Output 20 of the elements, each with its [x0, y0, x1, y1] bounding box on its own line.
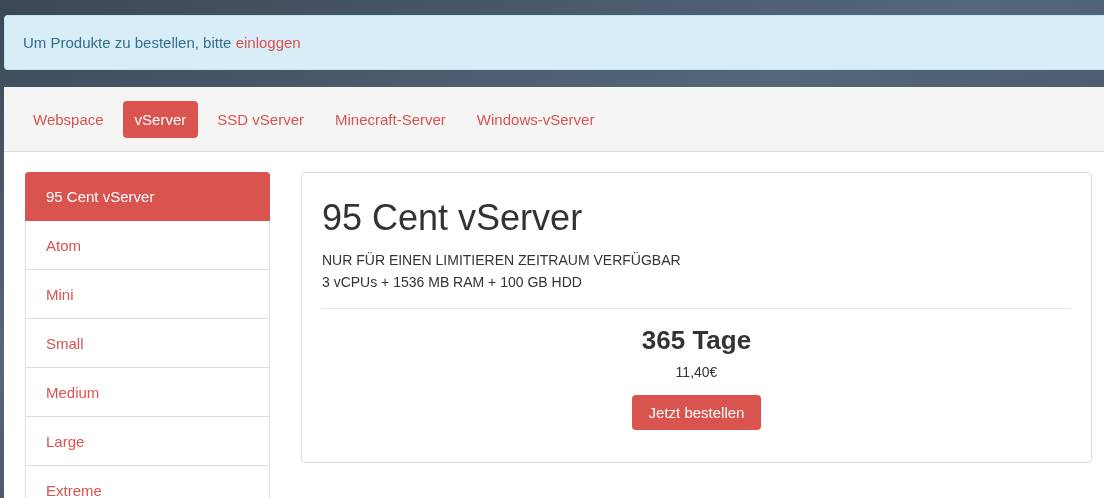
sidebar-item[interactable]: Small: [25, 319, 270, 368]
sidebar-item[interactable]: Atom: [25, 221, 270, 270]
duration-label: 365 Tage: [641, 325, 752, 356]
availability-notice: NUR FÜR EINEN LIMITIEREN ZEITRAUM VERFÜGBAR: [322, 251, 681, 270]
product-tab[interactable]: vServer: [122, 100, 199, 138]
alert-message: Um Produkte zu bestellen, bitte einloggen: [23, 34, 301, 51]
product-tab[interactable]: Minecraft-Server: [323, 100, 458, 138]
login-link[interactable]: einloggen: [235, 34, 301, 51]
product-title: 95 Cent vServer: [322, 197, 583, 239]
sidebar-item[interactable]: 95 Cent vServer: [25, 172, 270, 221]
sidebar-item[interactable]: Extreme: [25, 466, 270, 498]
product-tab[interactable]: Windows-vServer: [464, 100, 607, 138]
sidebar-item[interactable]: Medium: [25, 368, 270, 417]
sidebar-item[interactable]: Large: [25, 417, 270, 466]
product-specs: 3 vCPUs + 1536 MB RAM + 100 GB HDD: [322, 273, 582, 292]
product-tab[interactable]: SSD vServer: [205, 100, 316, 138]
sidebar-item[interactable]: Mini: [25, 270, 270, 319]
price-label: 11,40€: [675, 364, 718, 380]
order-button[interactable]: Jetzt bestellen: [631, 395, 762, 430]
product-tab[interactable]: Webspace: [21, 100, 116, 138]
